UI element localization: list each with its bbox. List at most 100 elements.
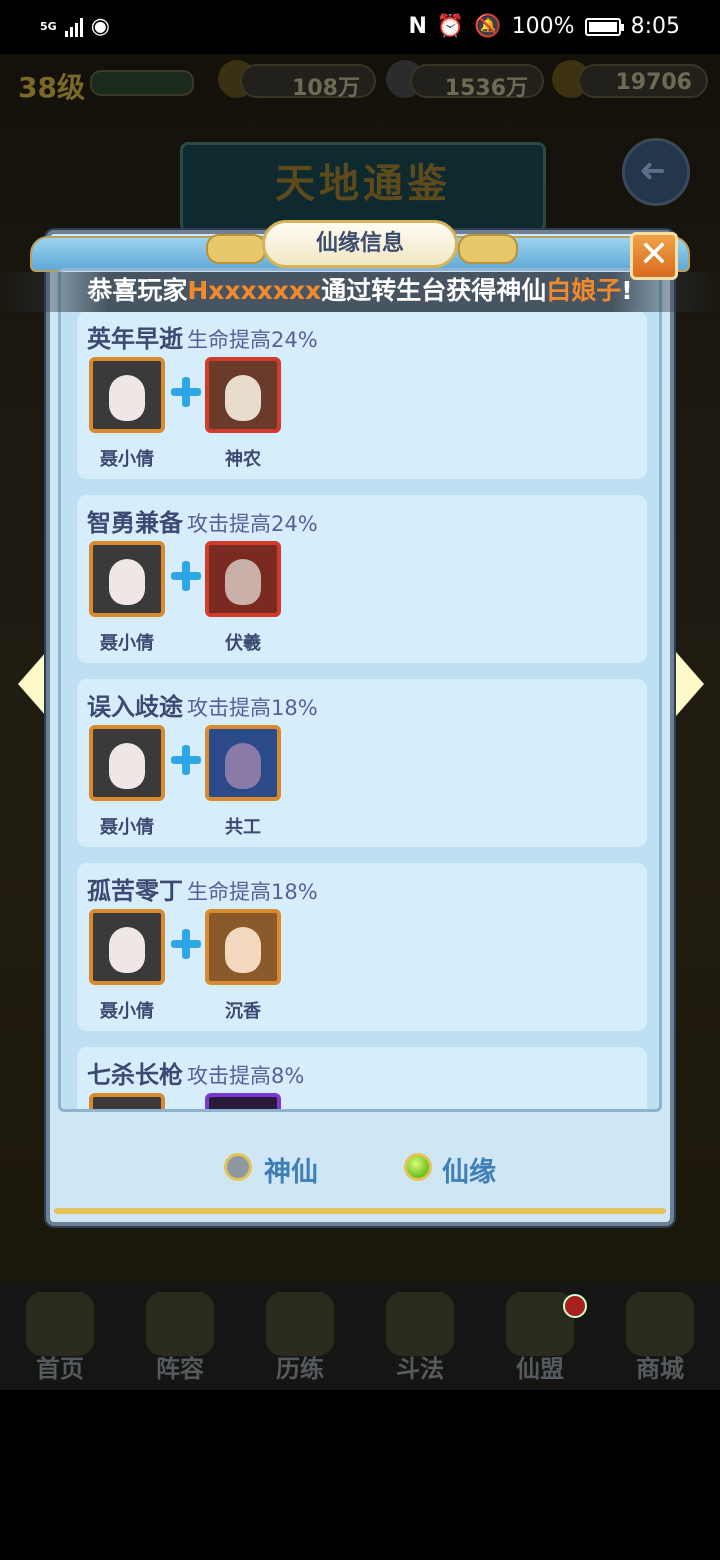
hero-avatar[interactable] [89, 357, 165, 433]
back-button[interactable] [622, 138, 690, 206]
bond-title: 误入歧途 攻击提高18% [87, 687, 318, 722]
hero-portrait-icon [225, 375, 261, 421]
ticker-reward: 白娘子 [546, 276, 622, 305]
ticker-player: Hxxxxxxx [187, 276, 322, 305]
hero-avatar[interactable] [205, 1093, 281, 1109]
battery-percent: 100% [511, 14, 575, 39]
nfc-icon: N [408, 14, 427, 39]
hero-avatar[interactable] [89, 1093, 165, 1109]
bond-name: 智勇兼备 [87, 509, 183, 537]
lineup-icon [146, 1292, 214, 1356]
hero-name: 聂小倩 [100, 633, 154, 654]
hero-name: 沉香 [225, 1001, 261, 1022]
hero-avatar[interactable] [89, 725, 165, 801]
hero-name: 共工 [225, 817, 261, 838]
hero-avatar[interactable] [89, 541, 165, 617]
plus-icon [171, 929, 201, 959]
nav-battle[interactable]: 斗法 [360, 1282, 480, 1390]
next-arrow[interactable] [676, 652, 704, 716]
hero-name: 聂小倩 [100, 449, 154, 470]
eye-icon: ◉ [90, 14, 110, 39]
hero-portrait-icon [109, 743, 145, 789]
hero-avatar[interactable] [89, 909, 165, 985]
signal-icon [64, 17, 83, 37]
radio-off-icon[interactable] [224, 1153, 252, 1181]
announcement-ticker: 恭喜玩家Hxxxxxxx通过转生台获得神仙白娘子! [0, 272, 720, 312]
bond-card: 七杀长枪 攻击提高8% [77, 1047, 647, 1109]
hero-name: 聂小倩 [100, 1001, 154, 1022]
prev-arrow[interactable] [18, 652, 46, 716]
dialog-tabs: 神仙 仙缘 [58, 1116, 662, 1214]
battery-level [588, 21, 617, 32]
page-banner: 天地通鉴 [180, 142, 546, 232]
home-icon [26, 1292, 94, 1356]
bond-effect: 生命提高18% [187, 880, 318, 904]
bond-title: 智勇兼备 攻击提高24% [87, 503, 318, 538]
training-icon [266, 1292, 334, 1356]
nav-home[interactable]: 首页 [0, 1282, 120, 1390]
battle-icon [386, 1292, 454, 1356]
cloud-ornament-right [458, 234, 518, 264]
top-hud: 38级 108万 1536万 19706 [0, 54, 720, 114]
bond-title: 英年早逝 生命提高24% [87, 319, 318, 354]
hero-portrait-icon [225, 743, 261, 789]
nav-lineup[interactable]: 阵容 [120, 1282, 240, 1390]
bond-name: 误入歧途 [87, 693, 183, 721]
close-button[interactable]: ✕ [630, 232, 678, 280]
bond-name: 英年早逝 [87, 325, 183, 353]
tab-bonds[interactable]: 仙缘 [442, 1150, 496, 1189]
notification-dot [563, 1294, 587, 1318]
bond-effect: 攻击提高8% [187, 1064, 305, 1088]
shop-icon [626, 1292, 694, 1356]
hero-portrait-icon [109, 927, 145, 973]
mute-icon: 🔕 [474, 14, 502, 39]
bond-card: 英年早逝 生命提高24% 聂小倩 神农 [77, 311, 647, 479]
ticker-prefix: 恭喜玩家 [87, 276, 188, 305]
resource-combat: 108万 [240, 64, 376, 101]
bond-name: 七杀长枪 [87, 1061, 183, 1089]
bottom-nav: 首页 阵容 历练 斗法 仙盟 商城 [0, 1282, 720, 1390]
network-type: 5G [40, 20, 57, 33]
bond-card: 孤苦零丁 生命提高18% 聂小倩 沉香 [77, 863, 647, 1031]
plus-icon [171, 745, 201, 775]
hero-avatar[interactable] [205, 541, 281, 617]
alarm-icon: ⏰ [436, 14, 465, 39]
hero-name: 神农 [225, 449, 261, 470]
plus-icon [171, 561, 201, 591]
battery-icon [584, 17, 624, 36]
bond-effect: 攻击提高18% [187, 696, 318, 720]
tab-immortals[interactable]: 神仙 [264, 1150, 318, 1189]
cloud-ornament-left [206, 234, 266, 264]
hero-avatar[interactable] [205, 909, 281, 985]
exp-bar [90, 70, 194, 96]
status-bar: 5G ◉ N ⏰ 🔕 100% 8:05 [0, 0, 720, 54]
hero-portrait-icon [109, 375, 145, 421]
dialog-title: 仙缘信息 [262, 220, 458, 268]
hero-name: 聂小倩 [100, 817, 154, 838]
bond-title: 孤苦零丁 生命提高18% [87, 871, 318, 906]
bond-card: 智勇兼备 攻击提高24% 聂小倩 伏羲 [77, 495, 647, 663]
hero-portrait-icon [225, 559, 261, 605]
dialog-bottom-edge [54, 1208, 666, 1214]
hero-portrait-icon [225, 927, 261, 973]
bond-title: 七杀长枪 攻击提高8% [87, 1055, 304, 1090]
hero-name: 伏羲 [225, 633, 261, 654]
ticker-suffix: ! [621, 276, 633, 305]
hero-avatar[interactable] [205, 357, 281, 433]
ticker-middle: 通过转生台获得神仙 [321, 276, 547, 305]
bond-effect: 生命提高24% [187, 328, 318, 352]
plus-icon [171, 377, 201, 407]
resource-coins: 1536万 [410, 64, 544, 101]
resource-ingots: 19706 [578, 64, 708, 98]
nav-training[interactable]: 历练 [240, 1282, 360, 1390]
hero-avatar[interactable] [205, 725, 281, 801]
clock: 8:05 [630, 14, 680, 39]
hero-portrait-icon [109, 559, 145, 605]
empty-area [0, 1390, 720, 1560]
bond-name: 孤苦零丁 [87, 877, 183, 905]
bond-list[interactable]: 英年早逝 生命提高24% 聂小倩 神农 智勇兼备 攻击提高24% 聂小倩 伏羲 误入… [58, 268, 662, 1112]
radio-on-icon[interactable] [404, 1153, 432, 1181]
nav-shop[interactable]: 商城 [600, 1282, 720, 1390]
bond-card: 误入歧途 攻击提高18% 聂小倩 共工 [77, 679, 647, 847]
bond-effect: 攻击提高24% [187, 512, 318, 536]
